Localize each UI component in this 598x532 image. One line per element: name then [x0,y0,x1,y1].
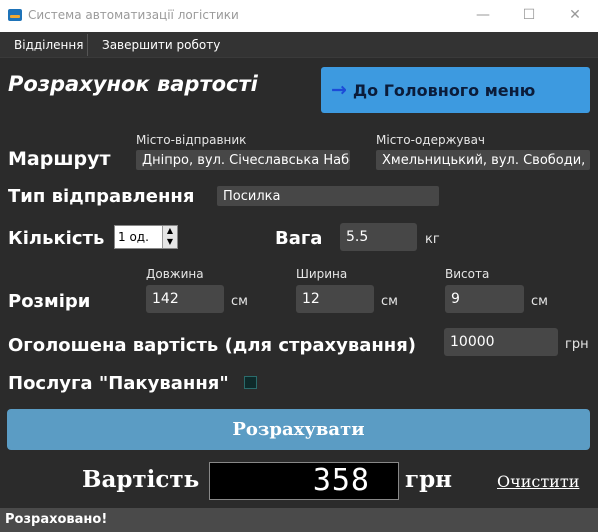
declared-value-label: Оголошена вартість (для страхування) [8,335,417,356]
quantity-value: 1 од. [118,230,149,244]
close-button[interactable]: ✕ [552,0,598,32]
height-input[interactable]: 9 [445,285,524,313]
dimensions-label: Розміри [8,291,91,312]
app-logo-icon [8,9,22,21]
cost-unit: грн [405,466,453,493]
width-unit: см [381,294,398,309]
window-title: Система автоматизації логістики [28,8,239,22]
menu-item-branches[interactable]: Відділення [8,32,89,58]
main-menu-button[interactable]: → До Головного меню [321,67,590,113]
maximize-button[interactable]: ☐ [506,0,552,32]
clear-link[interactable]: Очистити [497,472,579,491]
packing-label: Послуга "Пакування" [8,373,229,394]
quantity-spin-buttons: ▲ ▼ [162,226,177,248]
cost-display: 358 [209,462,399,500]
from-city-field[interactable]: Дніпро, вул. Січеславська Набер [136,150,350,170]
declared-value-unit: грн [565,337,589,352]
route-label: Маршрут [8,148,111,170]
width-input[interactable]: 12 [296,285,374,313]
from-city-label: Місто-відправник [136,133,247,147]
declared-value-input[interactable]: 10000 [444,328,558,356]
length-input[interactable]: 142 [146,285,224,313]
height-label: Висота [445,267,490,281]
quantity-label: Кількість [8,228,105,249]
to-city-field[interactable]: Хмельницький, вул. Свободи, 16 [376,150,590,170]
menu-item-exit[interactable]: Завершити роботу [96,32,226,58]
minimize-button[interactable]: — [460,0,506,32]
status-bar: Розраховано! [0,508,598,532]
menu-separator [87,34,88,56]
cost-label: Вартість [82,466,200,493]
spin-up-icon[interactable]: ▲ [165,226,175,236]
shipment-type-label: Тип відправлення [8,186,195,207]
page-title: Розрахунок вартості [8,72,258,96]
length-label: Довжина [146,267,204,281]
width-label: Ширина [296,267,348,281]
weight-input[interactable]: 5.5 [340,223,417,251]
arrow-right-icon: → [331,79,347,101]
calculate-button[interactable]: Розрахувати [7,409,590,450]
weight-label: Вага [275,228,323,249]
weight-unit: кг [425,232,440,247]
to-city-label: Місто-одержувач [376,133,486,147]
menu-bar [0,32,598,58]
packing-checkbox[interactable] [244,376,257,389]
height-unit: см [531,294,548,309]
main-menu-button-label: До Головного меню [352,80,536,100]
spin-down-icon[interactable]: ▼ [165,237,175,247]
shipment-type-field[interactable]: Посилка [217,186,439,206]
length-unit: см [231,294,248,309]
